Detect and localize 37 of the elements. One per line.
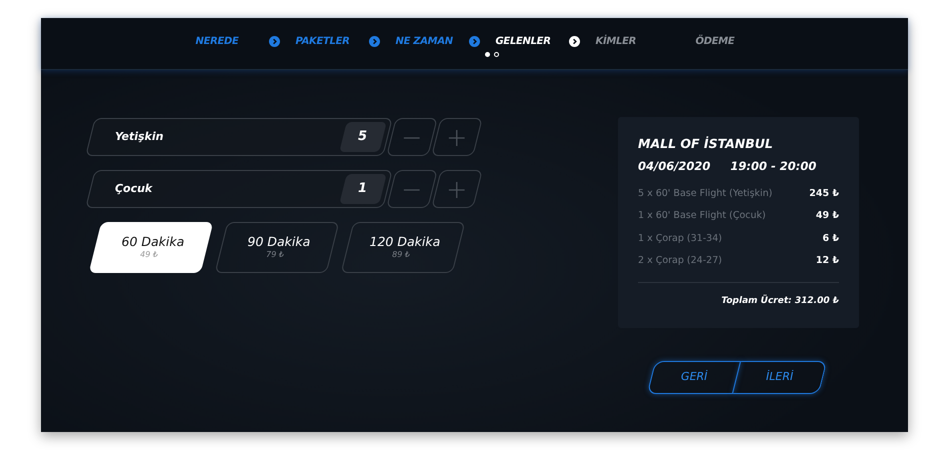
counter-label: Çocuk bbox=[115, 180, 152, 197]
line-item-amount: 49 ₺ bbox=[816, 209, 839, 224]
venue-title: MALL OF İSTANBUL bbox=[638, 135, 774, 153]
line-item-amount: 6 ₺ bbox=[822, 232, 839, 246]
duration-option[interactable]: 90 Dakika 79 ₺ bbox=[214, 222, 340, 273]
booking-time: 19:00 - 20:00 bbox=[730, 158, 816, 175]
increment-button[interactable] bbox=[431, 118, 483, 156]
minus-icon bbox=[404, 136, 420, 139]
booking-date: 04/06/2020 bbox=[638, 158, 710, 175]
step-label[interactable]: GELENLER bbox=[496, 34, 551, 49]
line-item-description: 5 x 60' Base Flight (Yetişkin) bbox=[638, 187, 772, 201]
step-label[interactable]: NE ZAMAN bbox=[396, 34, 453, 49]
line-item-description: 1 x Çorap (31-34) bbox=[638, 232, 722, 246]
pager-dot[interactable] bbox=[494, 52, 498, 57]
minus-icon bbox=[404, 188, 420, 191]
step-label[interactable]: NEREDE bbox=[196, 34, 239, 49]
line-item-amount: 245 ₺ bbox=[809, 187, 839, 201]
line-item-amount: 12 ₺ bbox=[816, 254, 839, 268]
pager-dot[interactable] bbox=[484, 52, 490, 57]
duration-option[interactable]: 60 Dakika 49 ₺ bbox=[88, 222, 214, 273]
step-label[interactable]: PAKETLER bbox=[296, 34, 350, 49]
plus-icon bbox=[448, 130, 465, 146]
step-label[interactable]: KİMLER bbox=[596, 34, 636, 49]
counter-label: Yetişkin bbox=[115, 128, 164, 145]
back-button[interactable]: GERİ bbox=[646, 361, 742, 394]
duration-option[interactable]: 120 Dakika 89 ₺ bbox=[340, 222, 466, 273]
counter-value[interactable]: 1 bbox=[339, 174, 387, 204]
decrement-button[interactable] bbox=[386, 170, 438, 208]
next-button[interactable]: İLERİ bbox=[732, 361, 828, 394]
counter-value[interactable]: 5 bbox=[339, 122, 387, 152]
line-item-description: 2 x Çorap (24-27) bbox=[638, 254, 722, 268]
increment-button[interactable] bbox=[431, 170, 483, 208]
line-item-description: 1 x 60' Base Flight (Çocuk) bbox=[638, 209, 766, 224]
step-label[interactable]: ÖDEME bbox=[696, 34, 734, 49]
decrement-button[interactable] bbox=[386, 118, 438, 156]
total-price: Toplam Ücret: 312.00 ₺ bbox=[721, 295, 839, 308]
plus-icon bbox=[448, 182, 465, 198]
